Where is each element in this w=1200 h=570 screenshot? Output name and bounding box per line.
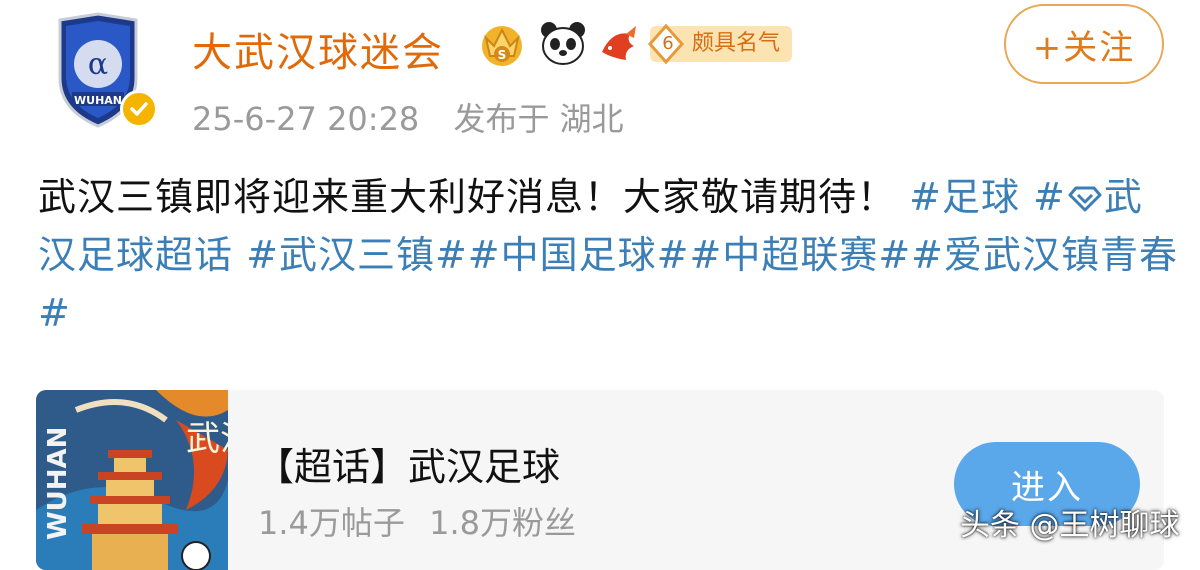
- post-timestamp: 25-6-27 20:28: [192, 100, 420, 138]
- supertopic-cover-image: WUHAN 武汉: [36, 390, 228, 570]
- post-meta: 25-6-27 20:28 发布于 湖北: [192, 94, 648, 140]
- svg-text:WUHAN: WUHAN: [43, 427, 73, 540]
- verified-badge: [120, 90, 158, 128]
- level-number: 6: [662, 33, 674, 54]
- author-name[interactable]: 大武汉球迷会: [192, 20, 444, 78]
- supertopic-diamond-icon: [1068, 186, 1102, 212]
- fish-badge-icon: [602, 26, 636, 60]
- hashtag-china-football[interactable]: #中国足球#: [468, 233, 690, 277]
- supertopic-title: 【超话】武汉足球: [256, 445, 561, 489]
- verified-check-icon: [130, 102, 148, 116]
- svg-text:WUHAN: WUHAN: [74, 94, 122, 107]
- post-content: 武汉三镇即将迎来重大利好消息！大家敬请期待！ #足球 # 武汉足球超话 #武汉三镇…: [38, 168, 1178, 342]
- cover-title: 武汉: [186, 419, 228, 459]
- watermark: 头条 @王树聊球: [960, 508, 1180, 543]
- level-badge: 6 颇具名气: [647, 24, 793, 64]
- hashtag-football[interactable]: #足球: [909, 175, 1020, 219]
- hash-symbol: #: [1033, 175, 1066, 219]
- level-label: 颇具名气: [692, 31, 781, 56]
- panda-badge-icon: [541, 22, 585, 65]
- post-location: 发布于 湖北: [453, 100, 624, 138]
- hashtag-wuhan-three-towns[interactable]: #武汉三镇#: [246, 233, 468, 277]
- svg-text:α: α: [88, 47, 108, 82]
- crown-badge-icon: S: [482, 26, 522, 66]
- post-text: 武汉三镇即将迎来重大利好消息！大家敬请期待！: [38, 175, 897, 219]
- supertopic-stats: 1.4万帖子 1.8万粉丝: [258, 498, 590, 544]
- follow-button[interactable]: +关注: [1004, 4, 1164, 84]
- svg-text:S: S: [498, 48, 507, 62]
- supertopic-fan-count: 1.8万粉丝: [429, 504, 576, 542]
- supertopic-post-count: 1.4万帖子: [258, 504, 405, 542]
- hashtag-csl[interactable]: #中超联赛#: [689, 233, 911, 277]
